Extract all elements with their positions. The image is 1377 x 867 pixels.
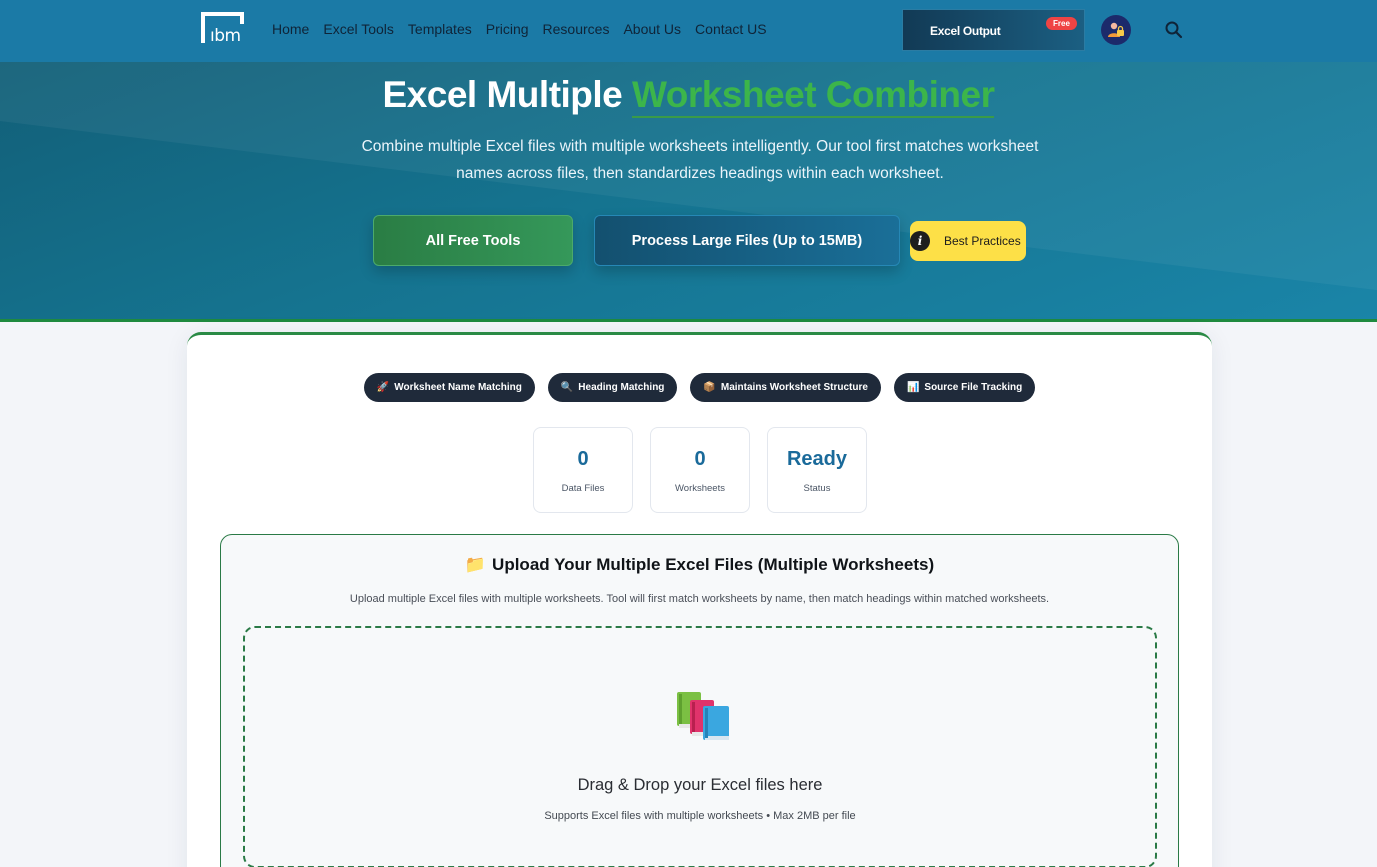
stat-data-files: 0 Data Files	[533, 427, 633, 513]
tool-card: 🚀 Worksheet Name Matching 🔍 Heading Matc…	[187, 332, 1212, 867]
best-practices-button[interactable]: i Best Practices	[910, 221, 1026, 261]
menu-home[interactable]: Home	[272, 21, 309, 37]
menu-excel-tools[interactable]: Excel Tools	[323, 21, 394, 37]
feature-label: Worksheet Name Matching	[394, 382, 522, 393]
drop-subtitle: Supports Excel files with multiple works…	[544, 810, 856, 822]
bar-chart-icon: 📊	[906, 382, 920, 393]
hero-description: Combine multiple Excel files with multip…	[361, 138, 1039, 182]
stats-row: 0 Data Files 0 Worksheets Ready Status	[533, 427, 867, 513]
all-free-tools-button[interactable]: All Free Tools	[373, 215, 573, 266]
stat-label: Status	[803, 483, 831, 494]
stat-status: Ready Status	[767, 427, 867, 513]
stat-label: Worksheets	[675, 483, 725, 494]
best-practices-label: Best Practices	[944, 234, 1021, 248]
rocket-icon: 🚀	[376, 382, 390, 393]
free-badge: Free	[1046, 17, 1077, 30]
title-accent: Worksheet Combiner	[632, 74, 995, 118]
stat-worksheets: 0 Worksheets	[650, 427, 750, 513]
info-icon: i	[910, 231, 930, 251]
feature-label: Maintains Worksheet Structure	[720, 382, 868, 393]
stat-label: Data Files	[561, 483, 605, 494]
title-main: Excel Multiple	[382, 74, 623, 115]
stat-value: 0	[577, 448, 589, 470]
feature-chip: 📦 Maintains Worksheet Structure	[690, 373, 881, 402]
package-icon: 📦	[703, 382, 716, 393]
feature-chip: 🔍 Heading Matching	[547, 373, 678, 402]
menu-resources[interactable]: Resources	[543, 21, 610, 37]
menu-about-us[interactable]: About Us	[623, 21, 681, 37]
page-title: Excel Multiple Worksheet Combiner	[0, 74, 1377, 118]
promo-label: Excel Output	[930, 24, 1001, 38]
feature-chip: 🚀 Worksheet Name Matching	[363, 373, 535, 402]
hero-divider	[0, 319, 1377, 322]
feature-chips: 🚀 Worksheet Name Matching 🔍 Heading Matc…	[187, 373, 1212, 402]
magnifier-icon: 🔍	[560, 382, 574, 393]
books-icon	[677, 692, 729, 740]
drop-title: Drag & Drop your Excel files here	[577, 776, 823, 794]
stat-value: Ready	[786, 448, 848, 470]
feature-label: Source File Tracking	[924, 382, 1023, 393]
feature-label: Heading Matching	[578, 382, 665, 393]
main-menu: Home Excel Tools Templates Pricing Resou…	[272, 21, 767, 37]
menu-templates[interactable]: Templates	[408, 21, 472, 37]
search-icon[interactable]	[1163, 19, 1185, 41]
upload-description: Upload multiple Excel files with multipl…	[349, 593, 1050, 605]
upload-title: 📁 Upload Your Multiple Excel Files (Multi…	[221, 555, 1178, 575]
menu-contact-us[interactable]: Contact US	[695, 21, 767, 37]
top-navbar: ıbm Home Excel Tools Templates Pricing R…	[0, 0, 1377, 62]
upload-title-text: Upload Your Multiple Excel Files (Multip…	[492, 555, 935, 574]
excel-output-promo[interactable]: Excel Output Free	[902, 9, 1085, 51]
svg-text:ıbm: ıbm	[210, 26, 241, 45]
user-avatar[interactable]	[1101, 15, 1131, 45]
menu-pricing[interactable]: Pricing	[486, 21, 529, 37]
process-large-files-button[interactable]: Process Large Files (Up to 15MB)	[594, 215, 900, 266]
user-lock-icon	[1108, 22, 1124, 37]
upload-section: 📁 Upload Your Multiple Excel Files (Multi…	[220, 534, 1179, 867]
stat-value: 0	[694, 448, 706, 470]
file-drop-zone[interactable]: Drag & Drop your Excel files here Suppor…	[243, 626, 1157, 867]
feature-chip: 📊 Source File Tracking	[893, 373, 1036, 402]
site-logo[interactable]: ıbm	[200, 11, 248, 45]
folder-icon: 📁	[464, 555, 487, 574]
